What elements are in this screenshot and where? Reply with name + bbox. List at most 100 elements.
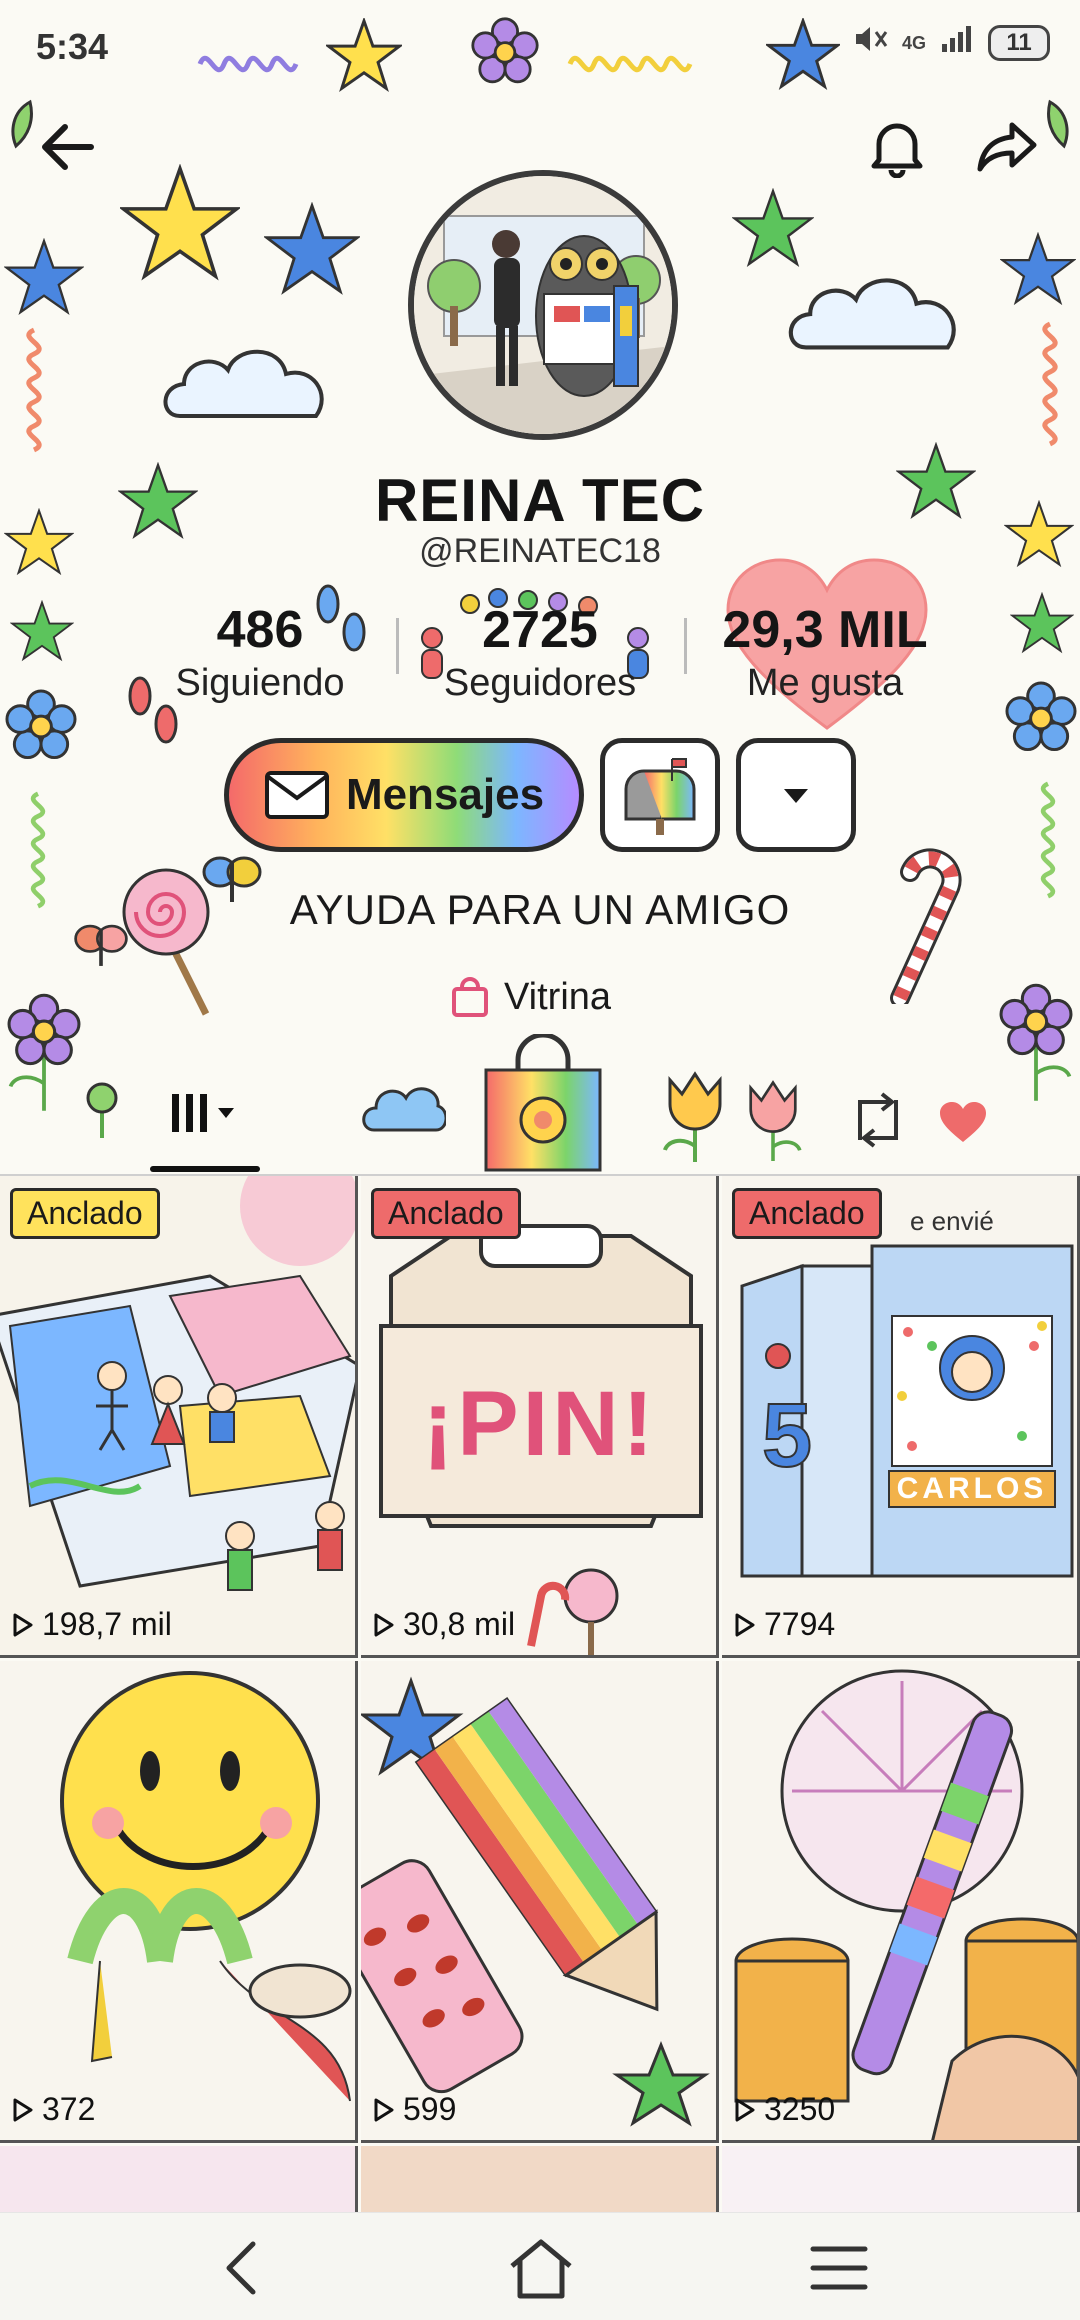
- squiggle-decoration: [26, 327, 42, 453]
- video-caption: ¡PIN!: [422, 1373, 658, 1475]
- star-icon: [1010, 592, 1074, 654]
- video-thumbnail: [361, 1661, 716, 2140]
- star-icon: [120, 164, 240, 281]
- likes-count: 29,3 MIL: [722, 601, 928, 659]
- video-tile[interactable]: ¡PIN! Anclado 30,8 mil: [361, 1176, 719, 1658]
- profile-bio: AYUDA PARA UN AMIGO: [289, 886, 791, 933]
- signal-icon: [940, 24, 974, 62]
- cloud-decoration: [788, 278, 956, 350]
- notifications-button[interactable]: [854, 104, 940, 190]
- view-count-value: 3250: [764, 2091, 836, 2127]
- messages-label: Mensajes: [345, 770, 545, 819]
- likes-label: Me gusta: [746, 662, 904, 704]
- showcase-label: Vitrina: [504, 976, 612, 1018]
- avatar[interactable]: [408, 170, 678, 440]
- star-icon: [732, 188, 814, 268]
- profile-name: REINA TEC: [374, 467, 706, 534]
- svg-text:5: 5: [762, 1386, 812, 1486]
- status-bar: 5:34 4G 11: [0, 0, 1080, 96]
- star-icon: [766, 18, 840, 90]
- video-tile[interactable]: [722, 2146, 1080, 2216]
- video-tile[interactable]: Anclado 198,7 mil: [0, 1176, 358, 1658]
- play-icon: [374, 2098, 394, 2121]
- mailbox-icon: [624, 758, 696, 835]
- nav-recent-apps-button[interactable]: [794, 2223, 884, 2313]
- play-icon: [735, 1613, 755, 1636]
- tab-liked[interactable]: [938, 1100, 988, 1149]
- repost-icon: [858, 1092, 898, 1148]
- squiggle-decoration: [197, 55, 299, 73]
- view-count-value: 30,8 mil: [403, 1606, 516, 1642]
- mute-icon: [854, 24, 888, 62]
- view-count-value: 198,7 mil: [42, 1606, 172, 1642]
- nav-back-button[interactable]: [196, 2223, 286, 2313]
- video-tile[interactable]: 372: [0, 1661, 358, 2143]
- footprints-icon: [316, 584, 366, 652]
- video-tile[interactable]: 5 CARLOS Anclado 7794: [722, 1176, 1080, 1658]
- following-label: Siguiendo: [175, 662, 345, 704]
- stat-separator: [684, 618, 687, 674]
- star-icon: [10, 600, 74, 662]
- status-time: 5:34: [36, 26, 109, 67]
- flower-icon: [1005, 681, 1077, 752]
- share-button[interactable]: [964, 104, 1050, 190]
- video-tile[interactable]: 599: [361, 1661, 719, 2143]
- menu-lines-icon: [810, 2246, 868, 2290]
- view-count-value: 372: [42, 2091, 96, 2127]
- video-thumbnail: [722, 1661, 1077, 2140]
- shopping-bag-icon: [452, 976, 488, 1017]
- tile-caption-extra: e envié: [910, 1206, 994, 1236]
- cloud-decoration: [163, 349, 324, 418]
- more-options-button[interactable]: [736, 738, 856, 852]
- caret-down-icon: [218, 1108, 234, 1118]
- squiggle-decoration: [567, 55, 693, 73]
- play-icon: [13, 2098, 33, 2121]
- cloud-decoration: [362, 1087, 446, 1132]
- star-icon: [1000, 232, 1076, 306]
- video-tile[interactable]: [0, 2146, 358, 2216]
- tulip-icon: [749, 1080, 802, 1162]
- grid-bars-icon: [172, 1094, 207, 1132]
- view-count: 372: [12, 2091, 95, 2128]
- video-tile[interactable]: [361, 2146, 719, 2216]
- video-thumbnail: [0, 1661, 355, 2140]
- messages-button[interactable]: Mensajes: [224, 738, 584, 852]
- pinned-badge: Anclado: [10, 1188, 160, 1239]
- squiggle-decoration: [1042, 321, 1058, 447]
- view-count: 198,7 mil: [12, 1606, 172, 1643]
- mailbox-button[interactable]: [600, 738, 720, 852]
- pinned-badge: Anclado: [732, 1188, 882, 1239]
- network-type: 4G: [901, 32, 926, 53]
- avatar-image: [414, 176, 672, 434]
- leaf-decoration: [1047, 99, 1069, 149]
- share-arrow-icon: [977, 122, 1037, 172]
- showcase-link[interactable]: Vitrina: [450, 976, 611, 1019]
- play-icon: [374, 1613, 394, 1636]
- tulip-icon: [663, 1071, 722, 1162]
- tab-videos-grid[interactable]: [170, 1090, 236, 1136]
- view-count: 599: [373, 2091, 456, 2128]
- pinned-badge: Anclado: [371, 1188, 521, 1239]
- system-navigation-bar: [0, 2212, 1080, 2320]
- view-count: 30,8 mil: [373, 1606, 515, 1643]
- followers-label: Seguidores: [443, 662, 637, 704]
- stat-likes[interactable]: 29,3 MIL Me gusta: [720, 600, 930, 705]
- arrow-left-icon: [42, 124, 94, 170]
- stat-separator: [396, 618, 399, 674]
- flower-icon: [5, 689, 77, 760]
- view-count-value: 7794: [764, 1606, 836, 1642]
- video-caption: CARLOS: [888, 1470, 1056, 1508]
- battery-indicator: 11: [988, 25, 1050, 61]
- status-icons: 4G 11: [854, 24, 1050, 62]
- stat-followers[interactable]: 2725 Seguidores: [430, 600, 650, 705]
- envelope-icon: [264, 771, 329, 819]
- flower-icon: [999, 983, 1073, 1101]
- view-count-value: 599: [403, 2091, 457, 2127]
- flower-icon: [471, 17, 539, 84]
- back-button[interactable]: [24, 104, 110, 190]
- video-tile[interactable]: 3250: [722, 1661, 1080, 2143]
- view-count: 3250: [734, 2091, 835, 2128]
- tab-reposts[interactable]: [846, 1090, 910, 1155]
- nav-home-button[interactable]: [496, 2223, 586, 2313]
- flower-icon: [86, 1082, 118, 1138]
